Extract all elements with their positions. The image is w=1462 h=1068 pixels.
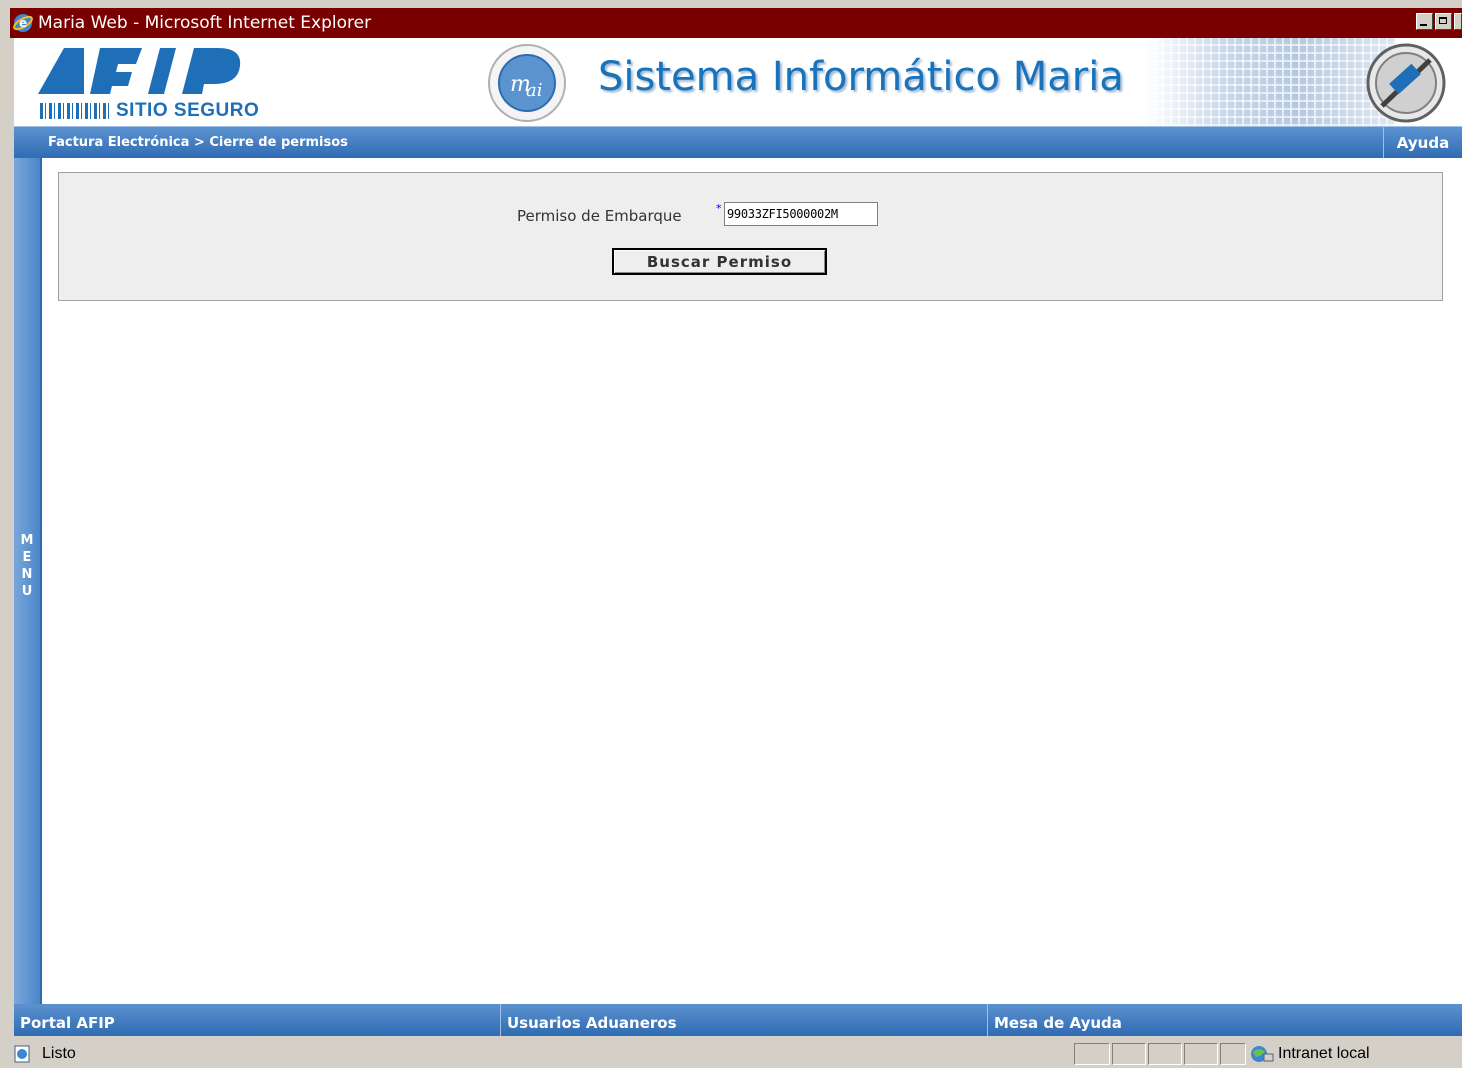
minimize-button[interactable] — [1416, 13, 1433, 30]
barcode-icon — [40, 103, 110, 119]
permiso-embarque-input[interactable] — [724, 202, 878, 226]
footer-link-usuarios-aduaneros[interactable]: Usuarios Aduaneros — [501, 1004, 988, 1036]
svg-text:e: e — [19, 16, 27, 30]
main-content: Permiso de Embarque * Buscar Permiso — [42, 158, 1462, 1004]
search-panel: Permiso de Embarque * Buscar Permiso — [58, 172, 1443, 301]
buscar-permiso-button[interactable]: Buscar Permiso — [612, 248, 827, 275]
status-text: Listo — [42, 1045, 76, 1062]
close-button[interactable] — [1454, 13, 1462, 30]
site-header: SITIO SEGURO m ai Sistema Informático Ma… — [14, 38, 1462, 126]
menu-letter-e: E — [22, 550, 32, 565]
maximize-button[interactable] — [1435, 13, 1452, 30]
afip-logo — [38, 48, 241, 94]
help-link[interactable]: Ayuda — [1383, 127, 1462, 159]
page-icon — [14, 1045, 30, 1063]
menu-letter-u: U — [21, 584, 33, 599]
side-menu-toggle[interactable]: M E N U — [14, 158, 42, 1004]
menu-label: M E N U — [14, 532, 40, 600]
window-title-bar[interactable]: e Maria Web - Microsoft Internet Explore… — [10, 8, 1462, 38]
status-cell — [1184, 1043, 1218, 1065]
system-title: Sistema Informático Maria — [598, 54, 1124, 100]
security-zone[interactable]: Intranet local — [1248, 1043, 1370, 1065]
status-bar: Listo Intranet local — [8, 1040, 1462, 1068]
footer-link-portal-afip[interactable]: Portal AFIP — [14, 1004, 501, 1036]
permiso-embarque-label: Permiso de Embarque — [517, 207, 682, 225]
breadcrumb[interactable]: Factura Electrónica > Cierre de permisos — [48, 135, 348, 150]
status-cell — [1220, 1043, 1246, 1065]
status-cell — [1074, 1043, 1110, 1065]
afip-sitio-seguro-seal-icon — [1366, 43, 1446, 123]
zone-label: Intranet local — [1278, 1045, 1370, 1062]
menu-letter-m: M — [20, 533, 34, 548]
required-marker: * — [716, 202, 722, 215]
svg-text:ai: ai — [526, 80, 543, 101]
decorative-mosaic — [1146, 38, 1396, 126]
navigation-bar: Factura Electrónica > Cierre de permisos… — [14, 126, 1462, 159]
intranet-zone-icon — [1251, 1046, 1274, 1062]
menu-letter-n: N — [21, 567, 33, 582]
status-cell — [1112, 1043, 1146, 1065]
sitio-seguro-badge: SITIO SEGURO — [40, 100, 259, 122]
footer-link-mesa-de-ayuda[interactable]: Mesa de Ayuda — [988, 1004, 1462, 1036]
sitio-seguro-text: SITIO SEGURO — [116, 100, 260, 121]
footer-bar: Portal AFIP Usuarios Aduaneros Mesa de A… — [14, 1004, 1462, 1036]
maria-seal-icon: m ai — [488, 44, 566, 122]
window-title: Maria Web - Microsoft Internet Explorer — [38, 13, 372, 33]
internet-explorer-icon: e — [13, 14, 33, 32]
status-cell — [1148, 1043, 1182, 1065]
